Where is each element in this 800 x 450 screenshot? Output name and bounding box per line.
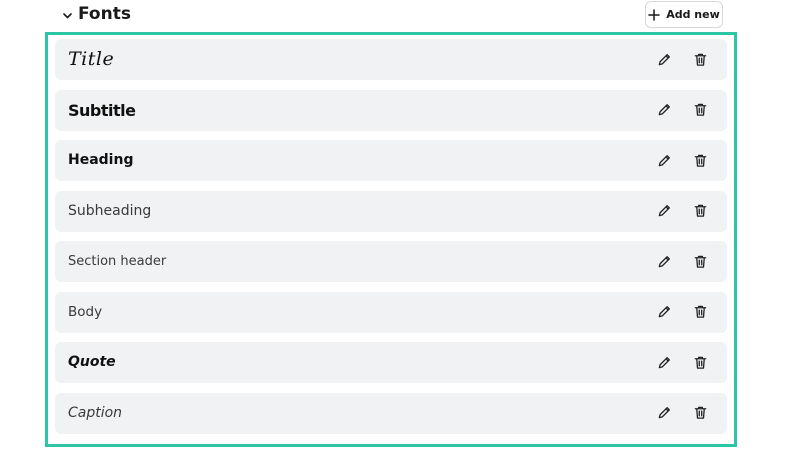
add-new-label: Add new — [666, 8, 720, 21]
delete-button[interactable] — [692, 304, 708, 320]
collapse-toggle[interactable] — [60, 6, 74, 26]
trash-icon — [694, 406, 706, 419]
trash-icon — [694, 154, 706, 167]
font-row-body[interactable]: Body — [55, 291, 727, 333]
pencil-icon — [658, 306, 670, 318]
trash-icon — [694, 356, 706, 369]
font-row-subheading[interactable]: Subheading — [55, 190, 727, 232]
delete-button[interactable] — [692, 405, 708, 421]
edit-button[interactable] — [656, 51, 672, 67]
edit-button[interactable] — [656, 253, 672, 269]
fonts-list-panel: Title Subtitle Heading Subheading Sectio… — [45, 32, 737, 447]
font-label: Subheading — [68, 202, 152, 219]
fonts-list: Title Subtitle Heading Subheading Sectio… — [55, 39, 727, 443]
font-label: Title — [68, 48, 115, 70]
pencil-icon — [658, 53, 670, 65]
pencil-icon — [658, 407, 670, 419]
pencil-icon — [658, 154, 670, 166]
edit-button[interactable] — [656, 405, 672, 421]
add-new-button[interactable]: Add new — [645, 1, 723, 28]
plus-icon — [648, 8, 660, 21]
delete-button[interactable] — [692, 253, 708, 269]
font-label: Subtitle — [68, 100, 136, 120]
font-label: Caption — [68, 404, 123, 421]
edit-button[interactable] — [656, 152, 672, 168]
font-label: Quote — [68, 354, 116, 370]
section-title: Fonts — [78, 4, 131, 24]
delete-button[interactable] — [692, 354, 708, 370]
font-label: Body — [68, 303, 103, 320]
font-row-heading[interactable]: Heading — [55, 140, 727, 181]
delete-button[interactable] — [692, 51, 708, 67]
pencil-icon — [658, 205, 670, 217]
pencil-icon — [658, 104, 670, 116]
delete-button[interactable] — [692, 152, 708, 168]
font-row-caption[interactable]: Caption — [55, 392, 727, 434]
font-row-section-header[interactable]: Section header — [55, 241, 727, 282]
trash-icon — [694, 103, 706, 116]
delete-button[interactable] — [692, 203, 708, 219]
trash-icon — [694, 53, 706, 66]
trash-icon — [694, 255, 706, 268]
edit-button[interactable] — [656, 354, 672, 370]
trash-icon — [694, 305, 706, 318]
chevron-down-icon — [62, 13, 72, 19]
edit-button[interactable] — [656, 102, 672, 118]
pencil-icon — [658, 356, 670, 368]
delete-button[interactable] — [692, 102, 708, 118]
edit-button[interactable] — [656, 203, 672, 219]
font-label: Section header — [68, 254, 167, 269]
font-row-quote[interactable]: Quote — [55, 342, 727, 383]
fonts-section-header: Fonts Add new — [60, 0, 730, 32]
font-label: Heading — [68, 152, 134, 168]
edit-button[interactable] — [656, 304, 672, 320]
font-row-title[interactable]: Title — [55, 39, 727, 80]
pencil-icon — [658, 255, 670, 267]
font-row-subtitle[interactable]: Subtitle — [55, 89, 727, 131]
trash-icon — [694, 204, 706, 217]
